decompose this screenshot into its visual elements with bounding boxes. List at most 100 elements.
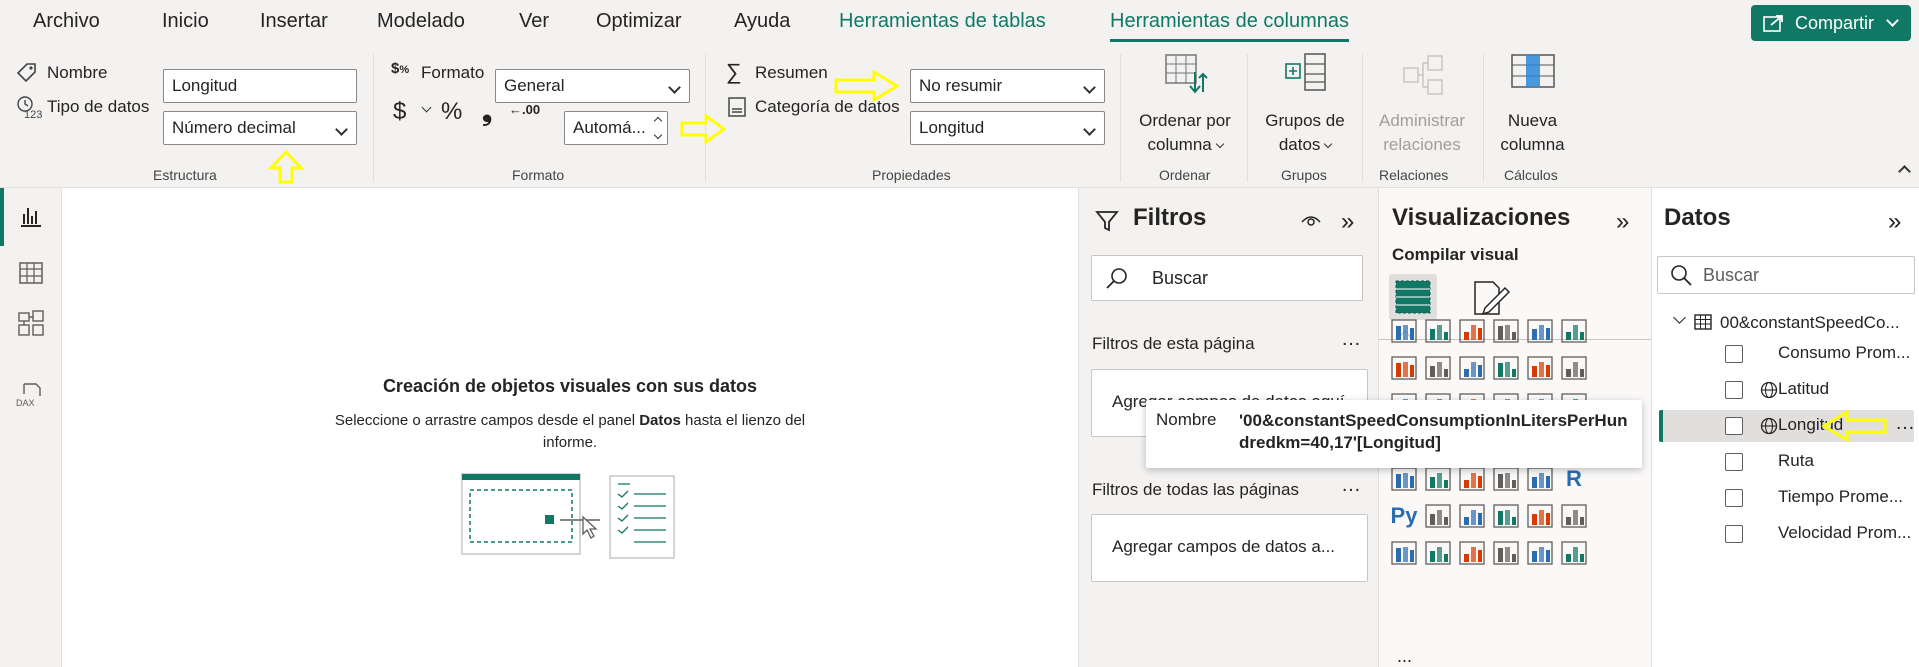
chevron-down-icon[interactable] bbox=[1673, 311, 1686, 324]
tab-optimizar[interactable]: Optimizar bbox=[596, 10, 682, 33]
smart-narrative-icon[interactable] bbox=[1525, 501, 1555, 531]
nombre-input[interactable]: Longitud bbox=[163, 69, 357, 103]
multirow-card-icon[interactable] bbox=[1389, 464, 1419, 494]
stacked-column-icon[interactable] bbox=[1423, 316, 1453, 346]
decimals-button[interactable]: ←.00 bbox=[509, 102, 540, 117]
data-field-item[interactable]: Latitud bbox=[1659, 374, 1914, 406]
stacked-bar-icon[interactable] bbox=[1389, 316, 1419, 346]
area-icon[interactable] bbox=[1423, 353, 1453, 383]
report-view-icon[interactable] bbox=[19, 204, 43, 233]
table-view-icon[interactable] bbox=[19, 262, 43, 289]
more-options-icon[interactable]: … bbox=[1341, 474, 1362, 497]
field-checkbox[interactable] bbox=[1725, 345, 1743, 363]
tab-inicio[interactable]: Inicio bbox=[162, 10, 209, 33]
eye-icon[interactable] bbox=[1300, 212, 1322, 233]
table-icon bbox=[1694, 314, 1712, 335]
tab-ver[interactable]: Ver bbox=[519, 10, 549, 33]
currency-button[interactable]: $ bbox=[393, 98, 406, 126]
more-options-icon[interactable]: … bbox=[1895, 412, 1915, 435]
tab-herramientas-columnas[interactable]: Herramientas de columnas bbox=[1110, 10, 1349, 42]
empty-canvas-description: Seleccione o arrastre campos desde el pa… bbox=[334, 412, 806, 451]
data-field-item[interactable]: Longitud… bbox=[1659, 409, 1915, 443]
clustered-column-icon[interactable] bbox=[1491, 316, 1521, 346]
slicer-icon[interactable] bbox=[1457, 464, 1487, 494]
categoria-datos-select[interactable]: Longitud bbox=[910, 111, 1105, 145]
100-bar-icon[interactable] bbox=[1525, 316, 1555, 346]
data-field-item[interactable]: Consumo Prom... bbox=[1659, 338, 1914, 370]
field-checkbox[interactable] bbox=[1725, 417, 1743, 435]
chevron-down-icon[interactable] bbox=[421, 102, 432, 113]
globe-icon bbox=[1760, 417, 1778, 440]
data-title: Datos bbox=[1664, 204, 1731, 231]
data-field-item[interactable]: Tiempo Prome... bbox=[1659, 482, 1914, 514]
share-button[interactable]: Compartir bbox=[1751, 5, 1911, 41]
kpi-icon[interactable] bbox=[1423, 464, 1453, 494]
globe-icon bbox=[1760, 381, 1778, 404]
data-field-item[interactable]: Velocidad Prom... bbox=[1659, 518, 1914, 550]
tab-modelado[interactable]: Modelado bbox=[377, 10, 465, 33]
data-search-input[interactable]: Buscar bbox=[1657, 256, 1915, 294]
chevron-icon[interactable] bbox=[1559, 538, 1589, 568]
r-visual-icon[interactable]: R bbox=[1559, 464, 1589, 494]
arcgis-icon[interactable] bbox=[1491, 538, 1521, 568]
comma-button[interactable]: ❟ bbox=[482, 96, 492, 128]
formato-select[interactable]: General bbox=[495, 69, 690, 103]
diamond-icon[interactable] bbox=[1525, 538, 1555, 568]
decimal-places-stepper[interactable]: Automá... bbox=[564, 111, 668, 145]
sort-label-2: columna bbox=[1130, 133, 1240, 157]
field-checkbox[interactable] bbox=[1725, 381, 1743, 399]
matrix-icon[interactable] bbox=[1525, 464, 1555, 494]
field-checkbox[interactable] bbox=[1725, 453, 1743, 471]
more-options-icon[interactable]: … bbox=[1341, 328, 1362, 351]
filters-search-input[interactable]: Buscar bbox=[1091, 255, 1363, 301]
resumen-label: Resumen bbox=[755, 63, 828, 82]
model-view-icon[interactable] bbox=[18, 310, 44, 341]
dax-query-view-icon[interactable]: DAX bbox=[16, 382, 44, 412]
data-groups-button[interactable]: Grupos de datos bbox=[1252, 46, 1358, 164]
100-column-icon[interactable] bbox=[1559, 316, 1589, 346]
tooltip-key: Nombre bbox=[1156, 410, 1217, 429]
key-influencers-icon[interactable] bbox=[1423, 501, 1453, 531]
sort-by-column-button[interactable]: Ordenar por columna bbox=[1130, 46, 1240, 164]
all-pages-filters-dropzone[interactable]: Agregar campos de datos a... bbox=[1091, 514, 1368, 582]
collapse-filters-icon[interactable]: » bbox=[1341, 208, 1354, 236]
tab-herramientas-tablas[interactable]: Herramientas de tablas bbox=[839, 10, 1046, 33]
collapse-visualizations-icon[interactable]: » bbox=[1616, 208, 1629, 236]
active-indicator bbox=[0, 188, 4, 246]
build-visual-tab[interactable] bbox=[1389, 274, 1437, 320]
waterfall-icon[interactable] bbox=[1525, 353, 1555, 383]
new-column-label-1: Nueva bbox=[1507, 111, 1558, 130]
tab-ayuda[interactable]: Ayuda bbox=[734, 10, 790, 33]
funnel-icon[interactable] bbox=[1559, 353, 1589, 383]
manage-relationships-button[interactable]: Administrar relaciones bbox=[1366, 46, 1478, 164]
power-automate-icon[interactable] bbox=[1457, 538, 1487, 568]
clustered-bar-icon[interactable] bbox=[1457, 316, 1487, 346]
qa-icon[interactable] bbox=[1491, 501, 1521, 531]
chevron-down-icon bbox=[1886, 14, 1899, 27]
more-visuals-icon[interactable]: ... bbox=[1397, 646, 1412, 667]
decomposition-tree-icon[interactable] bbox=[1457, 501, 1487, 531]
paginated-report-icon[interactable] bbox=[1389, 538, 1419, 568]
new-column-button[interactable]: Nueva columna bbox=[1490, 46, 1575, 164]
collapse-ribbon-icon[interactable] bbox=[1898, 165, 1911, 178]
data-field-item[interactable]: Ruta bbox=[1659, 446, 1914, 478]
power-apps-icon[interactable] bbox=[1423, 538, 1453, 568]
python-visual-icon[interactable]: Py bbox=[1389, 501, 1419, 531]
tipo-datos-select[interactable]: Número decimal bbox=[163, 111, 357, 145]
tab-insertar[interactable]: Insertar bbox=[260, 10, 328, 33]
ribbon-icon[interactable] bbox=[1491, 353, 1521, 383]
table-name[interactable]: 00&constantSpeedCo... bbox=[1720, 313, 1900, 333]
tab-archivo[interactable]: Archivo bbox=[33, 10, 100, 33]
field-checkbox[interactable] bbox=[1725, 525, 1743, 543]
report-canvas[interactable]: Creación de objetos visuales con sus dat… bbox=[62, 188, 1078, 667]
stacked-area-icon[interactable] bbox=[1457, 353, 1487, 383]
highlight-arrow-right-icon bbox=[680, 113, 727, 149]
table-icon[interactable] bbox=[1491, 464, 1521, 494]
field-checkbox[interactable] bbox=[1725, 489, 1743, 507]
goals-icon[interactable] bbox=[1559, 501, 1589, 531]
resumen-select[interactable]: No resumir bbox=[910, 69, 1105, 103]
group-label-ordenar: Ordenar bbox=[1159, 167, 1211, 183]
collapse-data-icon[interactable]: » bbox=[1888, 208, 1901, 236]
line-icon[interactable] bbox=[1389, 353, 1419, 383]
percent-button[interactable]: % bbox=[441, 98, 462, 126]
